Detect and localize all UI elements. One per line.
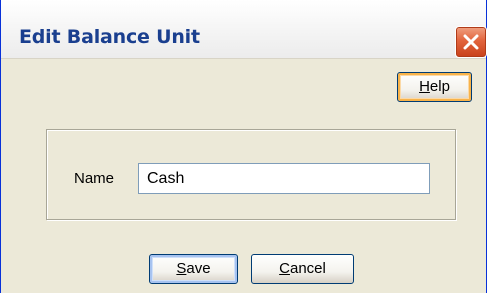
close-button[interactable] bbox=[455, 26, 487, 58]
cancel-label-rest: ancel bbox=[289, 260, 326, 277]
dialog-title: Edit Balance Unit bbox=[19, 26, 200, 48]
name-label: Name bbox=[74, 170, 115, 187]
close-icon bbox=[463, 34, 479, 50]
help-button[interactable]: Help bbox=[397, 72, 472, 102]
save-label-rest: ave bbox=[186, 260, 211, 277]
edit-balance-unit-dialog: Edit Balance Unit Help Name Cash Save Ca… bbox=[0, 0, 487, 293]
save-mnemonic: S bbox=[176, 260, 187, 277]
save-button[interactable]: Save bbox=[149, 254, 238, 284]
help-mnemonic: H bbox=[419, 78, 430, 95]
help-label-rest: elp bbox=[429, 78, 450, 95]
name-input[interactable]: Cash bbox=[138, 163, 430, 194]
cancel-mnemonic: C bbox=[279, 260, 290, 277]
cancel-button[interactable]: Cancel bbox=[251, 254, 354, 284]
title-bar[interactable]: Edit Balance Unit bbox=[1, 0, 487, 59]
